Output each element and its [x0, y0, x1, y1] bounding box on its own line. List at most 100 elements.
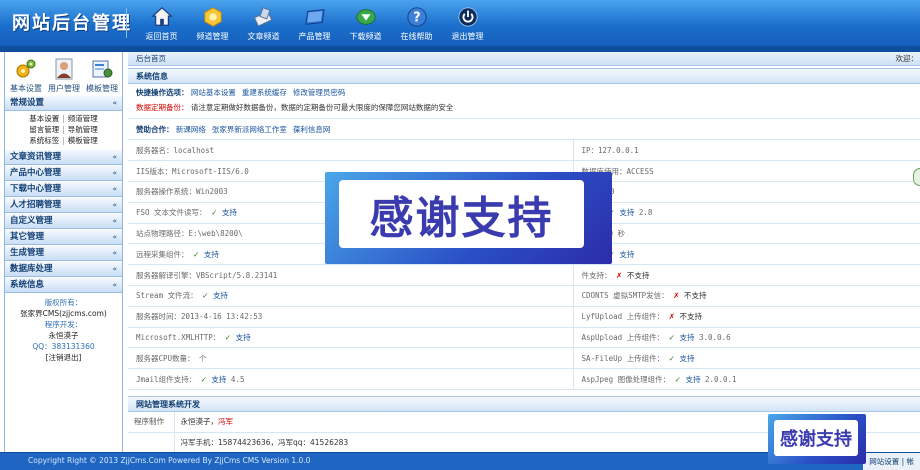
sidebar-sub-link[interactable]: 基本设置	[29, 114, 59, 123]
server-info-label: LyfUpload 上传组件：	[581, 312, 665, 322]
breadcrumb-home[interactable]: 后台首页	[136, 54, 166, 63]
support-status: 支持	[679, 353, 695, 363]
divider	[126, 8, 127, 38]
nav-item-article[interactable]: 文章频道	[238, 3, 289, 43]
sidebar-sub-row: 基本设置 | 频道管理	[5, 113, 122, 124]
support-status: 支持	[212, 291, 228, 301]
sidebar-sub-links: 基本设置 | 频道管理 留言管理 | 导航管理 系统标签 | 模板管理	[5, 111, 122, 149]
sidebar: 基本设置 用户管理 模板管理 常规设置 «基本设置 | 频道管理 留言管理 | 导航管理 系统标签…	[4, 52, 123, 452]
nav-label: 频道管理	[196, 32, 229, 41]
server-info-cell: Jmail组件支持： ✓ 支持 4.5	[128, 368, 574, 391]
breadcrumb: 后台首页 欢迎：	[128, 52, 920, 66]
server-info-label: Jmail组件支持：	[136, 374, 197, 384]
sidebar-section[interactable]: 系统信息 «	[5, 277, 122, 293]
logout-link[interactable]: [注销退出]	[5, 352, 122, 363]
sidebar-section[interactable]: 自定义管理 «	[5, 213, 122, 229]
developer-value: 永恒漠子	[48, 331, 79, 340]
sponsor-link[interactable]: 葆利信息网	[293, 125, 331, 134]
version-text: 2.8	[638, 208, 653, 218]
nav-label: 在线帮助	[400, 32, 433, 41]
support-status: 支持	[619, 208, 635, 218]
sponsors-row: 赞助合作： 新课网络 张家界新派网络工作室 葆利信息网	[128, 118, 920, 140]
server-info-label: 服务器名：localhost	[136, 145, 215, 155]
server-info-cell: 口：8200	[573, 181, 920, 203]
nav-item-help[interactable]: ? 在线帮助	[391, 3, 442, 43]
quick-op-link[interactable]: 修改管理员密码	[293, 88, 346, 97]
support-status: 支持	[235, 333, 251, 343]
chevron-up-icon: «	[112, 281, 117, 289]
sidebar-section[interactable]: 下载中心管理 «	[5, 181, 122, 197]
quick-op-link[interactable]: 网站基本设置	[191, 88, 236, 97]
sidebar-sub-link[interactable]: 留言管理	[29, 125, 59, 134]
cross-icon: ✗	[668, 312, 675, 322]
version-text: 2.0.0.1	[704, 374, 737, 384]
sidebar-section[interactable]: 文章资讯管理 «	[5, 149, 122, 165]
quick-ops-row: 快捷操作选项： 网站基本设置 重建系统缓存 修改管理员密码	[128, 84, 920, 101]
nav-label: 文章频道	[247, 32, 280, 41]
welcome-text: 欢迎：	[895, 54, 919, 63]
sidebar-sub-link[interactable]: 系统标签	[29, 136, 59, 145]
server-info-cell: AspUpload 上传组件： ✓ 支持 3.0.0.6	[573, 327, 920, 349]
expand-handle[interactable]	[913, 168, 920, 186]
nav-item-channel[interactable]: 频道管理	[187, 3, 238, 43]
top-nav: 返回首页 频道管理 文章频道 产品管理 下载频道? 在线帮助 退出管理	[136, 3, 493, 43]
sidebar-section[interactable]: 常规设置 «	[5, 95, 122, 111]
server-info-label: 件支持：	[581, 270, 612, 280]
separator: |	[62, 114, 65, 123]
chevron-up-icon: «	[112, 265, 117, 273]
cross-icon: ✗	[673, 291, 680, 301]
sidebar-sub-link[interactable]: 导航管理	[68, 125, 98, 134]
sidebar-section-label: 常规设置	[10, 98, 45, 108]
check-icon: ✓	[211, 208, 218, 218]
server-info-cell: 服务器解译引擎：VBScript/5.8.23141	[128, 264, 574, 287]
sidebar-sub-link[interactable]: 模板管理	[68, 136, 98, 145]
quick-tools: 基本设置 用户管理 模板管理	[5, 52, 122, 95]
sidebar-section-label: 其它管理	[10, 232, 45, 242]
support-status: 支持	[679, 333, 695, 343]
quick-tool-label: 用户管理	[48, 84, 80, 93]
quick-ops-links: 网站基本设置 重建系统缓存 修改管理员密码	[191, 88, 352, 97]
sidebar-menu: 常规设置 «基本设置 | 频道管理 留言管理 | 导航管理 系统标签 | 模板管理 文章资讯管理 «产…	[5, 95, 122, 363]
backup-text: 请注意定期做好数据备份，数据的定期备份可最大限度的保障您网站数据的安全	[190, 103, 454, 112]
chevron-up-icon: «	[112, 153, 117, 161]
table-row: 服务器CPU数量： 个 SA-FileUp 上传组件： ✓ 支持	[128, 347, 920, 370]
thanks-text-small: 感谢支持	[780, 429, 852, 450]
check-icon: ✓	[674, 374, 681, 384]
system-info-title: 系统信息	[128, 68, 920, 84]
nav-item-product[interactable]: 产品管理	[289, 3, 340, 43]
sidebar-section[interactable]: 生成管理 «	[5, 245, 122, 261]
backup-row: 数据定期备份： 请注意定期做好数据备份，数据的定期备份可最大限度的保障您网站数据…	[128, 101, 920, 116]
nav-item-power[interactable]: 退出管理	[442, 3, 493, 43]
support-status: 不支持	[626, 270, 650, 280]
quick-tool-settings[interactable]: 基本设置	[7, 55, 45, 95]
sponsor-link[interactable]: 张家界新派网络工作室	[212, 125, 287, 134]
quick-tool-label: 基本设置	[10, 84, 42, 93]
server-info-cell: Stream 文件流： ✓ 支持	[128, 285, 574, 307]
product-icon	[304, 6, 326, 28]
server-info-cell: 对象： ✓ 支持 2.8	[573, 202, 920, 224]
sidebar-section[interactable]: 产品中心管理 «	[5, 165, 122, 181]
check-icon: ✓	[668, 333, 675, 343]
server-info-label: AspUpload 上传组件：	[581, 333, 665, 343]
support-status: 支持	[221, 208, 237, 218]
sidebar-section[interactable]: 数据库处理 «	[5, 261, 122, 277]
sidebar-sub-link[interactable]: 频道管理	[68, 114, 98, 123]
nav-item-download[interactable]: 下载频道	[340, 3, 391, 43]
sidebar-section[interactable]: 其它管理 «	[5, 229, 122, 245]
server-info-cell: IP：127.0.0.1	[573, 140, 920, 162]
nav-label: 下载频道	[349, 32, 382, 41]
server-info-cell: AspJpeg 图像处理组件： ✓ 支持 2.0.0.1	[573, 368, 920, 391]
dev-title: 网站管理系统开发	[128, 396, 920, 413]
copyright-value: 张家界CMS(zjjcms.com)	[20, 309, 107, 318]
server-info-label: SA-FileUp 上传组件：	[581, 353, 665, 363]
nav-item-home[interactable]: 返回首页	[136, 3, 187, 43]
quick-op-link[interactable]: 重建系统缓存	[242, 88, 287, 97]
sponsor-link[interactable]: 新课网络	[176, 125, 206, 134]
dev-info-key	[128, 432, 175, 452]
chevron-up-icon: «	[112, 249, 117, 257]
quick-tool-template[interactable]: 模板管理	[83, 55, 121, 95]
sidebar-section[interactable]: 人才招聘管理 «	[5, 197, 122, 213]
quick-tool-user[interactable]: 用户管理	[45, 55, 83, 95]
help-icon: ?	[406, 6, 428, 28]
footer-settings-link[interactable]: 网站设置 | 帐	[863, 453, 920, 470]
